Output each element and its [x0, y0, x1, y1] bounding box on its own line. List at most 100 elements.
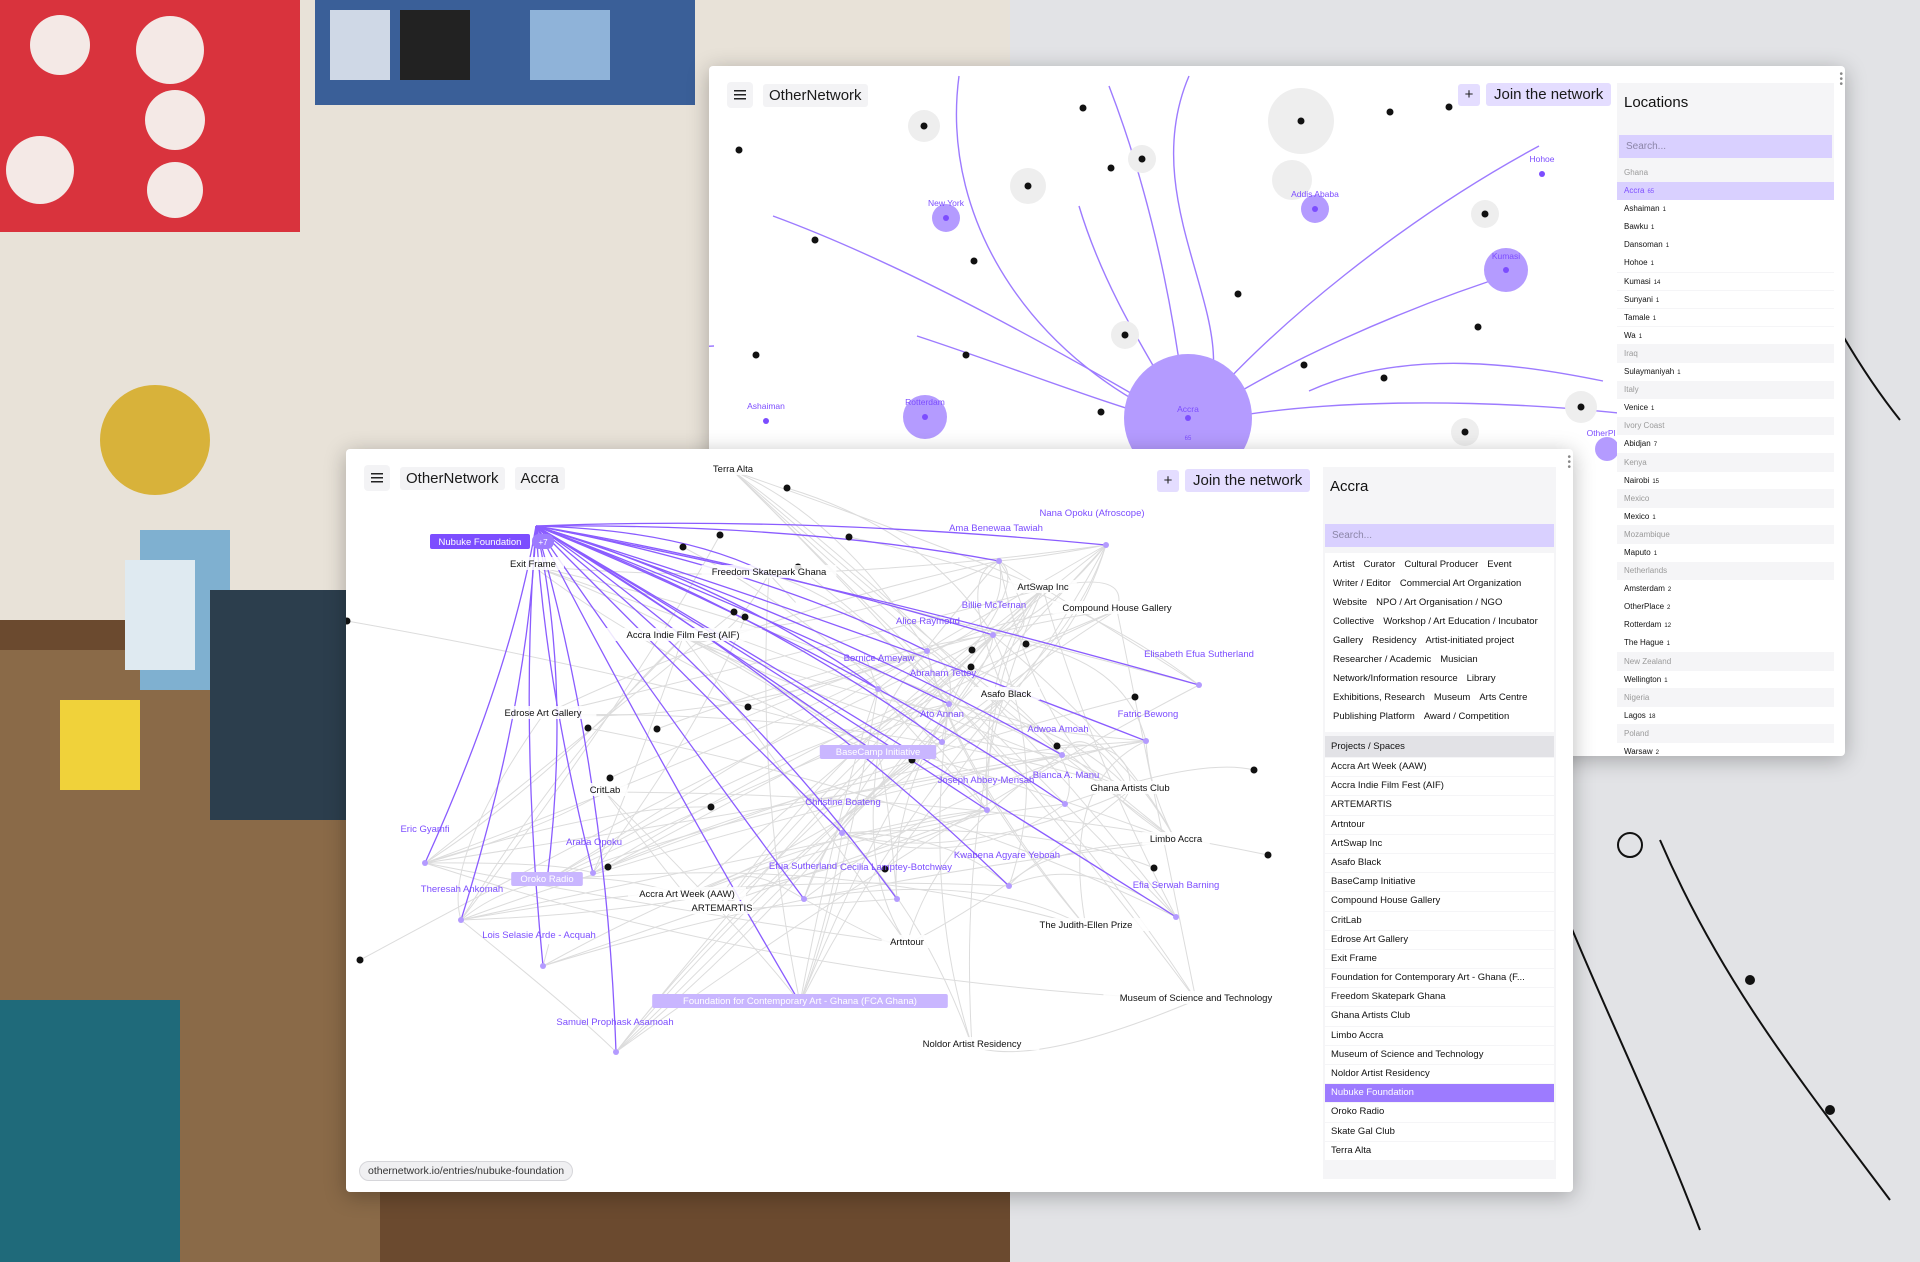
graph-label-fca[interactable]: Foundation for Contemporary Art - Ghana … — [683, 996, 917, 1007]
category-filter[interactable]: Curator — [1364, 557, 1396, 572]
category-filter[interactable]: Website — [1333, 595, 1367, 610]
breadcrumb-location[interactable]: Accra — [514, 466, 565, 490]
graph-node-cecilia[interactable] — [894, 896, 900, 902]
category-filter[interactable]: Arts Centre — [1479, 690, 1527, 705]
graph-node-elisabeth[interactable] — [1196, 682, 1202, 688]
graph-label-critlab[interactable]: CritLab — [590, 785, 621, 796]
graph-node-dot[interactable] — [1131, 693, 1139, 701]
category-filter[interactable]: Publishing Platform — [1333, 709, 1415, 724]
plus-icon[interactable]: + — [1157, 469, 1179, 492]
node-label-new-york[interactable]: New York — [928, 198, 965, 208]
project-list-item[interactable]: Freedom Skatepark Ghana — [1325, 988, 1554, 1007]
graph-node-dot[interactable] — [1150, 864, 1158, 872]
graph-node-dot[interactable] — [1250, 766, 1258, 774]
project-list-item[interactable]: Noldor Artist Residency — [1325, 1065, 1554, 1084]
location-item[interactable]: Dansoman 1 — [1617, 236, 1834, 254]
more-icon[interactable]: • • • — [1839, 70, 1843, 90]
category-filter[interactable]: Workshop / Art Education / Incubator — [1383, 614, 1538, 629]
graph-label-bernice[interactable]: Bernice Ameyaw — [844, 653, 915, 664]
graph-node-dot[interactable] — [845, 533, 853, 541]
project-list-item[interactable]: Ghana Artists Club — [1325, 1007, 1554, 1026]
location-item[interactable]: The Hague 1 — [1617, 634, 1834, 653]
graph-label-freedom[interactable]: Freedom Skatepark Ghana — [712, 567, 827, 578]
menu-button[interactable] — [727, 82, 753, 108]
graph-node-bernice[interactable] — [875, 686, 881, 692]
graph-label-artemartis[interactable]: ARTEMARTIS — [692, 903, 753, 914]
project-list-item[interactable]: Artntour — [1325, 815, 1554, 834]
graph-node-dot[interactable] — [653, 725, 661, 733]
location-item[interactable]: Tamale 1 — [1617, 308, 1834, 327]
graph-node-dot[interactable] — [606, 774, 614, 782]
graph-node-alice[interactable] — [924, 648, 930, 654]
graph-label-judith[interactable]: The Judith-Ellen Prize — [1040, 920, 1133, 931]
location-item[interactable]: Wa 1 — [1617, 326, 1834, 345]
graph-label-cecilia[interactable]: Cecilia Lamptey-Botchway — [840, 862, 952, 873]
graph-label-basecamp[interactable]: BaseCamp Initiative — [836, 747, 920, 758]
project-list-item[interactable]: Foundation for Contemporary Art - Ghana … — [1325, 969, 1554, 988]
location-item[interactable]: Sulaymaniyah 1 — [1617, 363, 1834, 381]
selected-node-label[interactable]: Nubuke Foundation — [439, 537, 522, 548]
graph-node-dot[interactable] — [741, 613, 749, 621]
graph-node-billie[interactable] — [990, 632, 996, 638]
location-item[interactable]: Rotterdam 12 — [1617, 616, 1834, 634]
graph-node-dot[interactable] — [744, 703, 752, 711]
graph-label-billie[interactable]: Billie McTernan — [962, 600, 1026, 611]
graph-label-elisabeth[interactable]: Elisabeth Efua Sutherland — [1144, 649, 1254, 660]
graph-node-dot[interactable] — [1053, 742, 1061, 750]
location-item[interactable]: Sunyani 1 — [1617, 290, 1834, 309]
location-item[interactable]: OtherPlace 2 — [1617, 598, 1834, 616]
graph-label-noldor[interactable]: Noldor Artist Residency — [923, 1039, 1022, 1050]
location-item[interactable]: Lagos 18 — [1617, 706, 1834, 725]
graph-label-joseph[interactable]: Joseph Abbey-Mensah — [938, 775, 1035, 786]
graph-node-dot[interactable] — [584, 724, 592, 732]
category-filter[interactable]: Exhibitions, Research — [1333, 690, 1425, 705]
graph-node-dot[interactable] — [1022, 640, 1030, 648]
category-filter[interactable]: Museum — [1434, 690, 1470, 705]
node-label-accra[interactable]: Accra — [1177, 404, 1199, 414]
graph-label-christine[interactable]: Christine Boateng — [805, 797, 881, 808]
graph-label-bianca[interactable]: Bianca A. Manu — [1033, 770, 1100, 781]
location-item[interactable]: Maputo 1 — [1617, 543, 1834, 562]
graph-label-limbo[interactable]: Limbo Accra — [1150, 834, 1203, 845]
graph-node-fatric[interactable] — [1143, 738, 1149, 744]
graph-label-nana[interactable]: Nana Opoku (Afroscope) — [1039, 508, 1144, 519]
join-network-button[interactable]: Join the network — [1486, 83, 1612, 106]
graph-node-efia[interactable] — [1173, 914, 1179, 920]
graph-node-dot[interactable] — [346, 617, 351, 625]
category-filter[interactable]: Writer / Editor — [1333, 576, 1391, 591]
graph-node-bianca[interactable] — [1062, 801, 1068, 807]
graph-node-ato[interactable] — [939, 739, 945, 745]
graph-node-ama[interactable] — [996, 558, 1002, 564]
location-item[interactable]: Bawku 1 — [1617, 218, 1834, 236]
graph-label-ama[interactable]: Ama Benewaa Tawiah — [949, 523, 1043, 534]
project-list-item[interactable]: Accra Art Week (AAW) — [1325, 758, 1554, 777]
graph-label-abraham[interactable]: Abraham Tettey — [910, 668, 977, 679]
graph-label-samuel[interactable]: Samuel Prophask Asamoah — [556, 1017, 673, 1028]
project-list-item[interactable]: ArtSwap Inc — [1325, 834, 1554, 853]
project-list-item[interactable]: Compound House Gallery — [1325, 892, 1554, 911]
graph-label-artswap[interactable]: ArtSwap Inc — [1017, 582, 1068, 593]
graph-node-dot[interactable] — [707, 803, 715, 811]
location-item[interactable]: Venice 1 — [1617, 399, 1834, 417]
category-filter[interactable]: Residency — [1372, 633, 1416, 648]
location-item[interactable]: Kumasi 14 — [1617, 272, 1834, 291]
category-filter[interactable]: Commercial Art Organization — [1400, 576, 1521, 591]
graph-label-ghana_artists[interactable]: Ghana Artists Club — [1090, 783, 1169, 794]
graph-node-dot[interactable] — [1264, 851, 1272, 859]
category-filter[interactable]: Cultural Producer — [1404, 557, 1478, 572]
location-item[interactable]: Ashaiman 1 — [1617, 200, 1834, 218]
location-item[interactable]: Warsaw 2 — [1617, 743, 1834, 756]
graph-label-aif[interactable]: Accra Indie Film Fest (AIF) — [627, 630, 740, 641]
graph-label-artntour[interactable]: Artntour — [890, 937, 924, 948]
graph-node-dot[interactable] — [679, 543, 687, 551]
graph-label-ato[interactable]: Ato Annan — [920, 709, 964, 720]
graph-label-museum[interactable]: Museum of Science and Technology — [1120, 993, 1273, 1004]
project-list-item[interactable]: BaseCamp Initiative — [1325, 873, 1554, 892]
graph-node-joseph[interactable] — [984, 807, 990, 813]
graph-node-efua[interactable] — [801, 896, 807, 902]
menu-button[interactable] — [364, 465, 390, 491]
graph-label-efua[interactable]: Efua Sutherland — [769, 861, 837, 872]
brand-title[interactable]: OtherNetwork — [400, 466, 505, 490]
project-list-item[interactable]: Nubuke Foundation — [1325, 1084, 1554, 1103]
category-filter[interactable]: NPO / Art Organisation / NGO — [1376, 595, 1502, 610]
